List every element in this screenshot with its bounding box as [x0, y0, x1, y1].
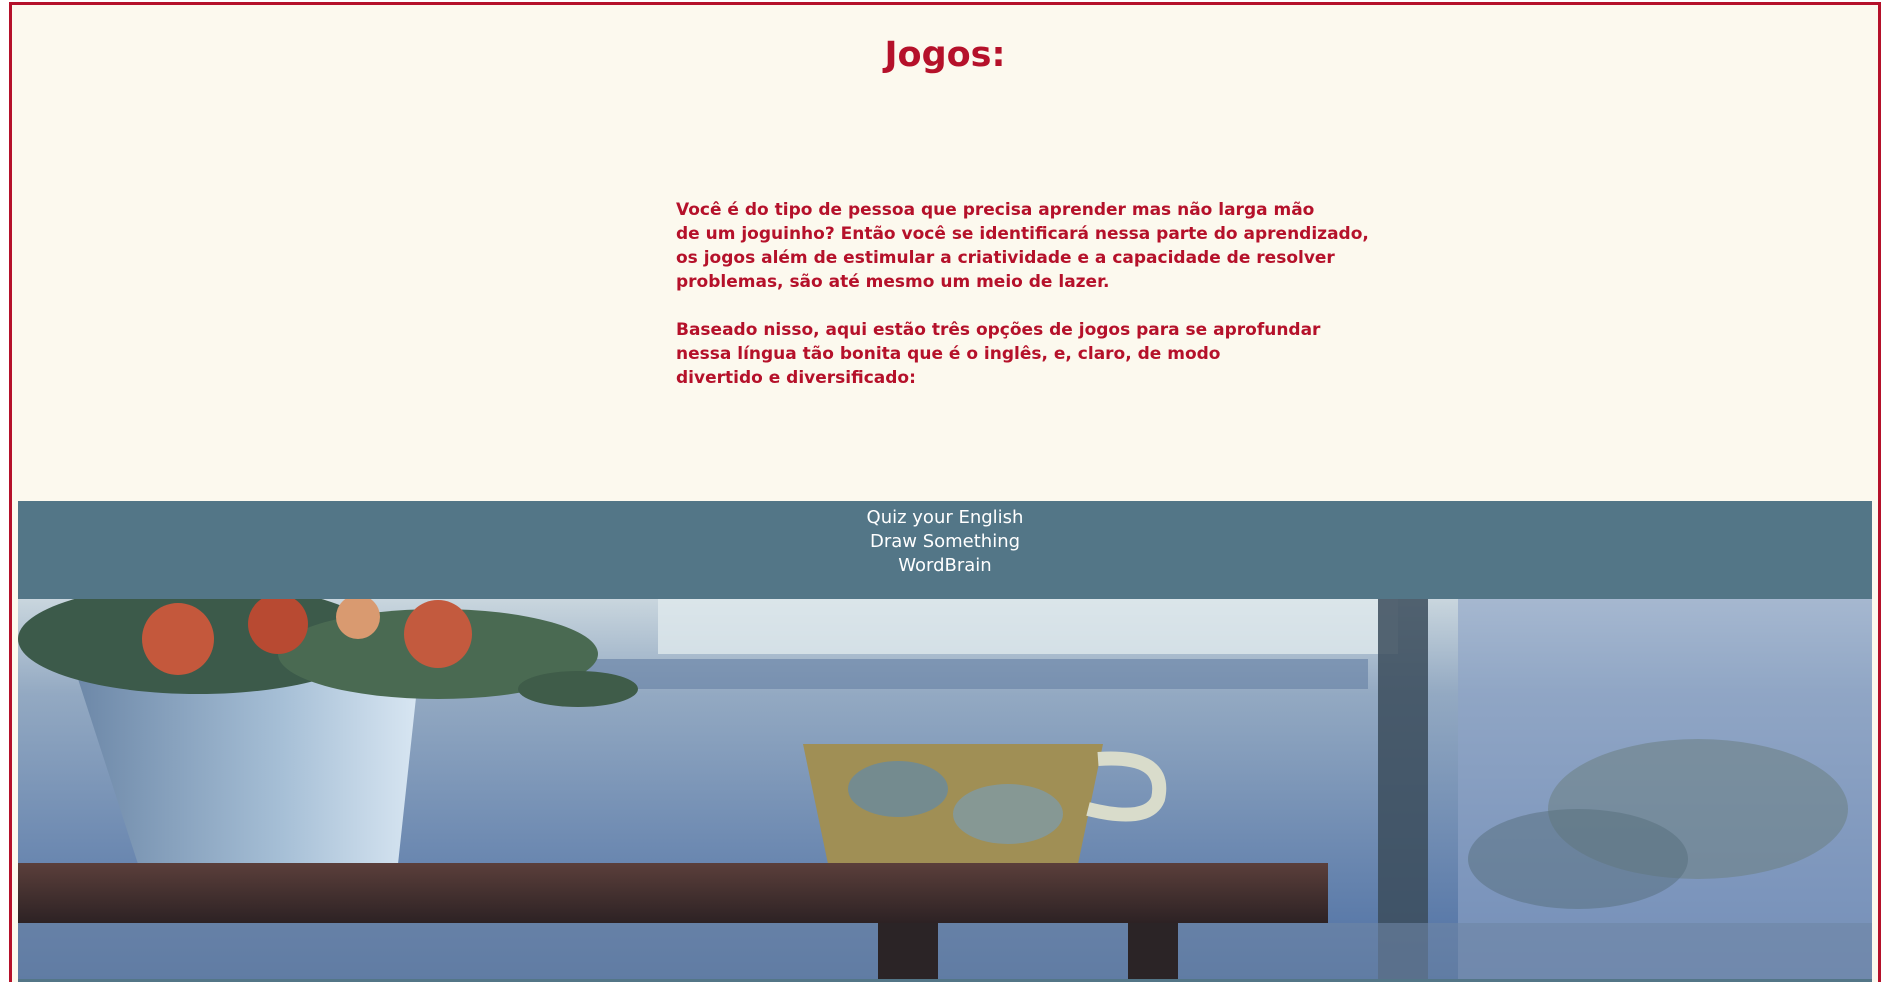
game-link-draw-something[interactable]: Draw Something [18, 530, 1872, 554]
game-link-quiz-your-english[interactable]: Quiz your English [18, 506, 1872, 530]
intro-paragraph-2: Baseado nisso, aqui estão três opções de… [676, 318, 1376, 390]
page-title: Jogos: [884, 35, 1006, 75]
page-frame: Jogos: Você é do tipo de pessoa que prec… [9, 2, 1881, 982]
intro-line: de um joguinho? Então você se identifica… [676, 224, 1369, 244]
intro-line: divertido e diversificado: [676, 368, 916, 388]
intro-text: Você é do tipo de pessoa que precisa apr… [676, 198, 1376, 414]
intro-line: Você é do tipo de pessoa que precisa apr… [676, 200, 1315, 220]
intro-line: nessa língua tão bonita que é o inglês, … [676, 344, 1221, 364]
game-link-wordbrain[interactable]: WordBrain [18, 554, 1872, 578]
intro-line: Baseado nisso, aqui estão três opções de… [676, 320, 1321, 340]
background-scene-image [18, 599, 1872, 979]
coffee-cup-scene-illustration [18, 599, 1872, 979]
intro-line: os jogos além de estimular a criatividad… [676, 248, 1335, 268]
games-nav: Quiz your English Draw Something WordBra… [18, 501, 1872, 599]
intro-line: problemas, são até mesmo um meio de laze… [676, 272, 1110, 292]
intro-paragraph-1: Você é do tipo de pessoa que precisa apr… [676, 198, 1376, 294]
